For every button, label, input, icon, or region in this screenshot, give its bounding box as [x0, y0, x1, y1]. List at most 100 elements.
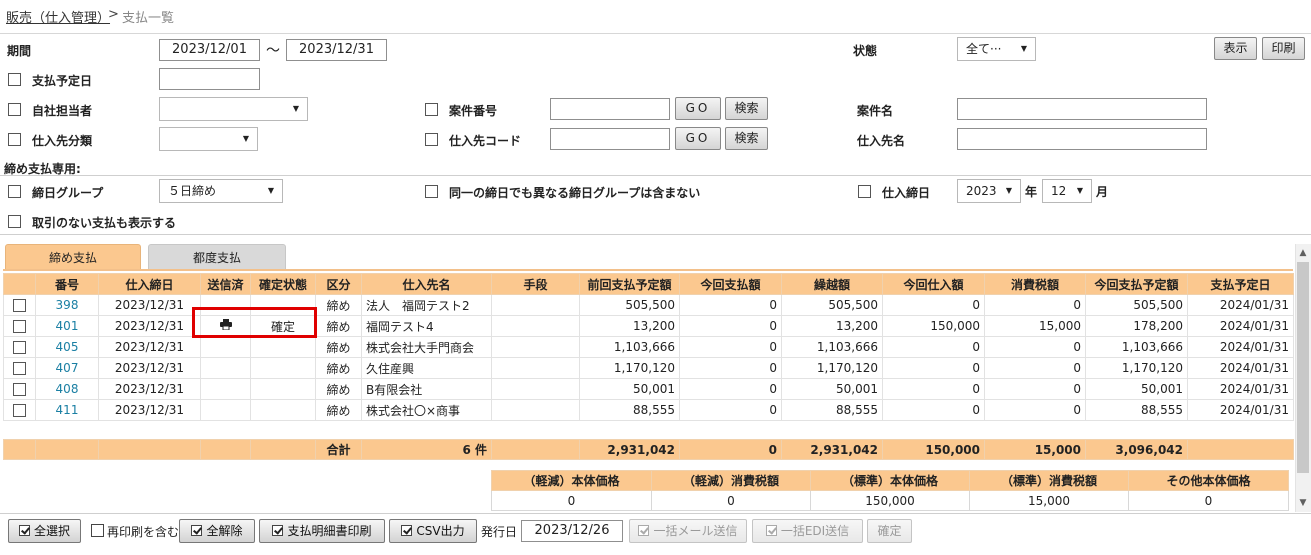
scrollbar-thumb[interactable]	[1297, 262, 1309, 473]
closing-group-select[interactable]: ５日締め ▼	[159, 179, 283, 203]
staff-checkbox[interactable]	[8, 103, 21, 116]
period-to-input[interactable]: 2023/12/31	[286, 39, 387, 61]
closing-group-checkbox[interactable]	[8, 185, 21, 198]
staff-select[interactable]: ▼	[159, 97, 308, 121]
month-select[interactable]: 12 ▼	[1042, 179, 1092, 203]
row-checkbox[interactable]	[13, 362, 26, 375]
row-kubun: 締め	[315, 294, 362, 316]
row-confirm-status	[250, 378, 316, 400]
row-checkbox-cell[interactable]	[3, 399, 36, 421]
breadcrumb-separator: >	[108, 7, 119, 22]
col-header-due-date[interactable]: 支払予定日	[1187, 273, 1294, 295]
tax-header-standard-tax: （標準）消費税額	[969, 470, 1129, 491]
deselect-all-button[interactable]: 全解除	[179, 519, 255, 543]
row-number-link[interactable]: 411	[35, 399, 99, 421]
scroll-up-icon[interactable]: ▲	[1295, 245, 1311, 261]
breadcrumb-parent-link[interactable]: 販売（仕入管理）	[6, 7, 110, 26]
tax-value-standard-tax: 15,000	[969, 490, 1129, 511]
col-header-purchase[interactable]: 今回仕入額	[882, 273, 985, 295]
tab-per-payment[interactable]: 都度支払	[148, 244, 286, 270]
print-button[interactable]: 印刷	[1262, 37, 1305, 60]
print-statement-button[interactable]: 支払明細書印刷	[259, 519, 385, 543]
row-sent	[200, 378, 251, 400]
supplier-code-search-button[interactable]: 検索	[725, 127, 768, 150]
col-header-tax[interactable]: 消費税額	[984, 273, 1086, 295]
col-header-prev-due[interactable]: 前回支払予定額	[579, 273, 680, 295]
row-checkbox-cell[interactable]	[3, 315, 36, 337]
row-number-link[interactable]: 401	[35, 315, 99, 337]
case-name-label: 案件名	[857, 104, 894, 118]
year-unit: 年	[1025, 185, 1038, 199]
purchase-close-checkbox[interactable]	[858, 185, 871, 198]
row-due-amount: 178,200	[1085, 315, 1188, 337]
supplier-code-checkbox[interactable]	[425, 133, 438, 146]
row-number-link[interactable]: 407	[35, 357, 99, 379]
row-method	[491, 336, 580, 358]
row-purchase: 0	[882, 357, 985, 379]
csv-export-button[interactable]: CSV出力	[389, 519, 477, 543]
row-checkbox[interactable]	[13, 341, 26, 354]
row-method	[491, 378, 580, 400]
include-reprint-checkbox[interactable]	[91, 524, 104, 537]
supplier-class-select[interactable]: ▼	[159, 127, 258, 151]
col-header-due-amount[interactable]: 今回支払予定額	[1085, 273, 1188, 295]
bulk-edi-button[interactable]: 一括EDI送信	[752, 519, 863, 543]
status-select[interactable]: 全て··· ▼	[957, 37, 1036, 61]
row-sent	[200, 399, 251, 421]
row-method	[491, 294, 580, 316]
bulk-mail-button[interactable]: 一括メール送信	[629, 519, 747, 543]
period-from-input[interactable]: 2023/12/01	[159, 39, 260, 61]
row-checkbox[interactable]	[13, 383, 26, 396]
select-all-button[interactable]: 全選択	[8, 519, 81, 543]
supplier-class-checkbox[interactable]	[8, 133, 21, 146]
col-header-supplier-name[interactable]: 仕入先名	[361, 273, 492, 295]
scroll-down-icon[interactable]: ▼	[1295, 495, 1311, 511]
show-no-txn-checkbox[interactable]	[8, 215, 21, 228]
row-checkbox-cell[interactable]	[3, 357, 36, 379]
row-supplier-name: 久住産興	[361, 357, 492, 379]
supplier-code-input[interactable]	[550, 128, 670, 150]
case-name-input[interactable]	[957, 98, 1207, 120]
col-header-method[interactable]: 手段	[491, 273, 580, 295]
pay-due-input[interactable]	[159, 68, 260, 90]
case-no-go-button[interactable]: GO	[675, 97, 721, 120]
tab-underline	[3, 269, 1293, 271]
col-header-carry[interactable]: 繰越額	[781, 273, 883, 295]
row-number-link[interactable]: 405	[35, 336, 99, 358]
case-no-search-button[interactable]: 検索	[725, 97, 768, 120]
case-no-checkbox[interactable]	[425, 103, 438, 116]
exclude-other-groups-checkbox[interactable]	[425, 185, 438, 198]
col-header-sent[interactable]: 送信済	[200, 273, 251, 295]
col-header-paid[interactable]: 今回支払額	[679, 273, 782, 295]
row-checkbox[interactable]	[13, 404, 26, 417]
row-number-link[interactable]: 408	[35, 378, 99, 400]
row-checkbox[interactable]	[13, 320, 26, 333]
issue-date-input[interactable]: 2023/12/26	[521, 520, 623, 542]
period-label: 期間	[7, 44, 32, 58]
col-header-confirm-status[interactable]: 確定状態	[250, 273, 316, 295]
year-select[interactable]: 2023 ▼	[957, 179, 1021, 203]
row-close-date: 2023/12/31	[98, 399, 201, 421]
check-icon	[272, 525, 284, 536]
row-checkbox-cell[interactable]	[3, 294, 36, 316]
row-prev-due: 1,170,120	[579, 357, 680, 379]
case-no-input[interactable]	[550, 98, 670, 120]
supplier-code-go-button[interactable]: GO	[675, 127, 721, 150]
col-header-close-date[interactable]: 仕入締日	[98, 273, 201, 295]
pay-due-checkbox[interactable]	[8, 73, 21, 86]
select-all-label: 全選択	[33, 524, 70, 538]
supplier-name-input[interactable]	[957, 128, 1207, 150]
tax-value-reduced-tax: 0	[651, 490, 811, 511]
row-number-link[interactable]: 398	[35, 294, 99, 316]
col-header-kubun[interactable]: 区分	[315, 273, 362, 295]
row-checkbox-cell[interactable]	[3, 336, 36, 358]
row-checkbox[interactable]	[13, 299, 26, 312]
totals-prev-due: 2,931,042	[579, 439, 680, 460]
tab-closing-payment[interactable]: 締め支払	[5, 244, 141, 270]
row-paid: 0	[679, 336, 782, 358]
confirm-button[interactable]: 確定	[867, 519, 912, 543]
row-checkbox-cell[interactable]	[3, 378, 36, 400]
col-header-no[interactable]: 番号	[35, 273, 99, 295]
row-close-date: 2023/12/31	[98, 294, 201, 316]
show-button[interactable]: 表示	[1214, 37, 1257, 60]
